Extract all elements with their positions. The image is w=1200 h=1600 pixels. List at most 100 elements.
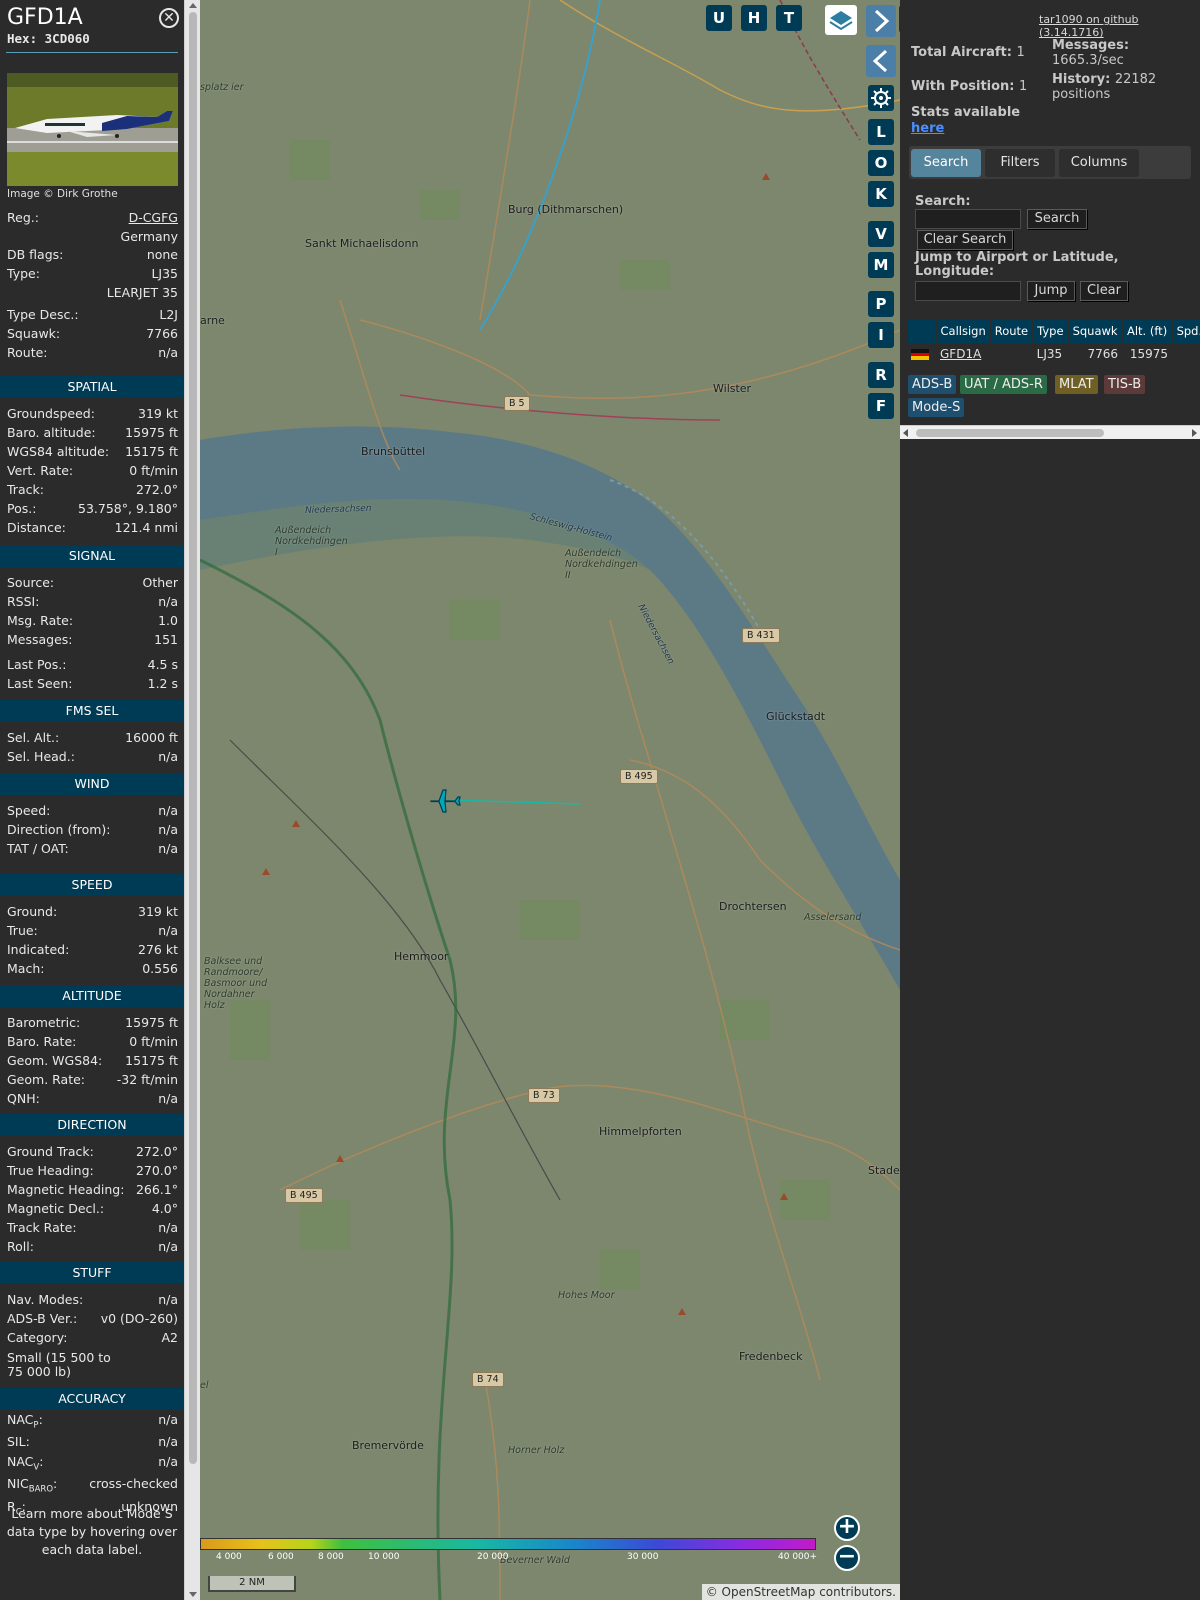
info-row-squawk: Squawk: 7766 [7,325,178,343]
hex-label: Hex: [7,31,38,46]
gear-icon [871,88,891,108]
column-callsign[interactable]: Callsign [936,319,991,343]
toggle-i-button[interactable]: I [868,322,894,348]
info-label: WGS84 altitude: [7,444,110,459]
info-value: Other [142,575,179,590]
info-label: Squawk: [7,326,61,341]
toggle-u-button[interactable]: U [706,5,732,31]
info-value: n/a [158,1454,178,1469]
info-label: Last Seen: [7,676,73,691]
scroll-up-arrow-icon[interactable] [189,3,197,8]
info-row-blank: Germany [7,228,178,246]
callsign-link[interactable]: GFD1A [940,347,981,361]
toggle-h-button[interactable]: H [741,5,767,31]
info-label: Barometric: [7,1015,81,1030]
clear-jump-button[interactable]: Clear [1080,281,1128,301]
aircraft-photo[interactable] [7,73,178,186]
toggle-r-button[interactable]: R [868,362,894,388]
toggle-t-button[interactable]: T [776,5,802,31]
info-row-groundspeed: Groundspeed: 319 kt [7,405,178,423]
toggle-k-button[interactable]: K [868,181,894,207]
speed-cell [1172,343,1200,365]
column-alt-ft[interactable]: Alt. (ft) [1122,319,1173,343]
info-label: Nav. Modes: [7,1292,84,1307]
table-row[interactable]: GFD1A LJ35 7766 15975 [907,343,1200,365]
jump-input[interactable] [915,281,1021,301]
info-label: Distance: [7,520,66,535]
info-row-barometric: Barometric: 15975 ft [7,1014,178,1032]
layers-button[interactable] [825,5,857,35]
zoom-out-button[interactable]: − [834,1545,860,1571]
toggle-f-button[interactable]: F [868,393,894,419]
info-value: n/a [158,1239,178,1254]
scroll-down-arrow-icon[interactable] [189,1592,197,1597]
github-link[interactable]: tar1090 on github (3.14.1716) [1039,13,1200,39]
tab-search[interactable]: Search [911,149,981,177]
label-text: NAC [7,1412,34,1427]
section-header-altitude: ALTITUDE [0,985,184,1007]
info-value: 15175 ft [125,444,178,459]
info-value: 15975 ft [125,425,178,440]
column-spd[interactable]: Spd. [1172,319,1200,343]
collapse-sidebar-button[interactable] [866,45,896,77]
info-row-track-rate: Track Rate: n/a [7,1219,178,1237]
tab-columns[interactable]: Columns [1059,149,1139,177]
aircraft-marker-icon[interactable] [429,786,461,816]
toggle-m-button[interactable]: M [868,252,894,278]
scroll-right-arrow-icon[interactable] [1192,429,1197,437]
info-row-messages: Messages: 151 [7,631,178,649]
info-row-rssi: RSSI: n/a [7,593,178,611]
search-button[interactable]: Search [1027,209,1087,229]
altitude-tick-label: 20 000 [477,1552,509,1562]
toggle-o-button[interactable]: O [868,150,894,176]
jump-button[interactable]: Jump [1027,281,1075,301]
info-value: 266.1° [135,1182,178,1197]
hex-line: Hex: 3CD060 [7,31,90,46]
toggle-v-button[interactable]: V [868,221,894,247]
search-input[interactable] [915,209,1021,229]
column-squawk[interactable]: Squawk [1068,319,1123,343]
clear-search-button[interactable]: Clear Search [917,230,1013,250]
map-label-beverner-wald: Beverner Wald [500,1555,570,1566]
callsign-cell[interactable]: GFD1A [936,343,991,365]
info-panel-scrollbar[interactable] [184,0,200,1600]
info-label: Groundspeed: [7,406,95,421]
altitude-tick-label: 8 000 [318,1552,344,1562]
settings-button[interactable] [868,85,894,111]
info-value: 16000 ft [125,730,178,745]
toggle-l-button[interactable]: L [868,119,894,145]
horizontal-scroll-thumb[interactable] [916,429,1104,437]
map-attribution[interactable]: © OpenStreetMap contributors. [701,1584,900,1600]
stats-here-link[interactable]: here [911,121,944,136]
info-label: QNH: [7,1091,40,1106]
map-label-au-endeich-nordkehdingen-i: Außendeich Nordkehdingen I [275,525,348,558]
info-label: Small (15 500 to 75 000 lb) [7,1350,111,1379]
info-value[interactable]: D-CGFG [129,209,178,227]
tab-filters[interactable]: Filters [985,149,1055,177]
info-row-type: Type: LJ35 [7,265,178,283]
expand-sidebar-button[interactable] [866,5,896,37]
map-view[interactable]: Burg (Dithmarschen) Sankt Michaelisdonn Wi… [200,0,900,1600]
altitude-tick-label: 30 000 [627,1552,659,1562]
tab-extra[interactable] [1143,149,1189,177]
label-suffix: : [38,1412,43,1427]
info-value: n/a [158,1220,178,1235]
toggle-p-button[interactable]: P [868,291,894,317]
history-stat: History: 22182 positions [1052,72,1192,102]
info-row-nacp: NACP: n/a [7,1411,178,1431]
close-icon[interactable]: ✕ [159,8,179,28]
column-flag[interactable] [907,319,937,343]
history-label: History: [1052,72,1111,87]
scroll-left-arrow-icon[interactable] [903,429,908,437]
photo-credit: Image © Dirk Grothe [7,188,118,200]
info-value: n/a [158,923,178,938]
column-route[interactable]: Route [990,319,1034,343]
info-label: Type Desc.: [7,307,79,322]
info-row-route: Route: n/a [7,344,178,362]
info-label: Track: [7,482,44,497]
info-value: LJ35 [151,266,178,281]
column-type[interactable]: Type [1032,319,1069,343]
zoom-in-button[interactable]: + [834,1515,860,1541]
scrollbar-thumb[interactable] [189,12,197,1464]
table-horizontal-scrollbar[interactable] [900,425,1200,439]
